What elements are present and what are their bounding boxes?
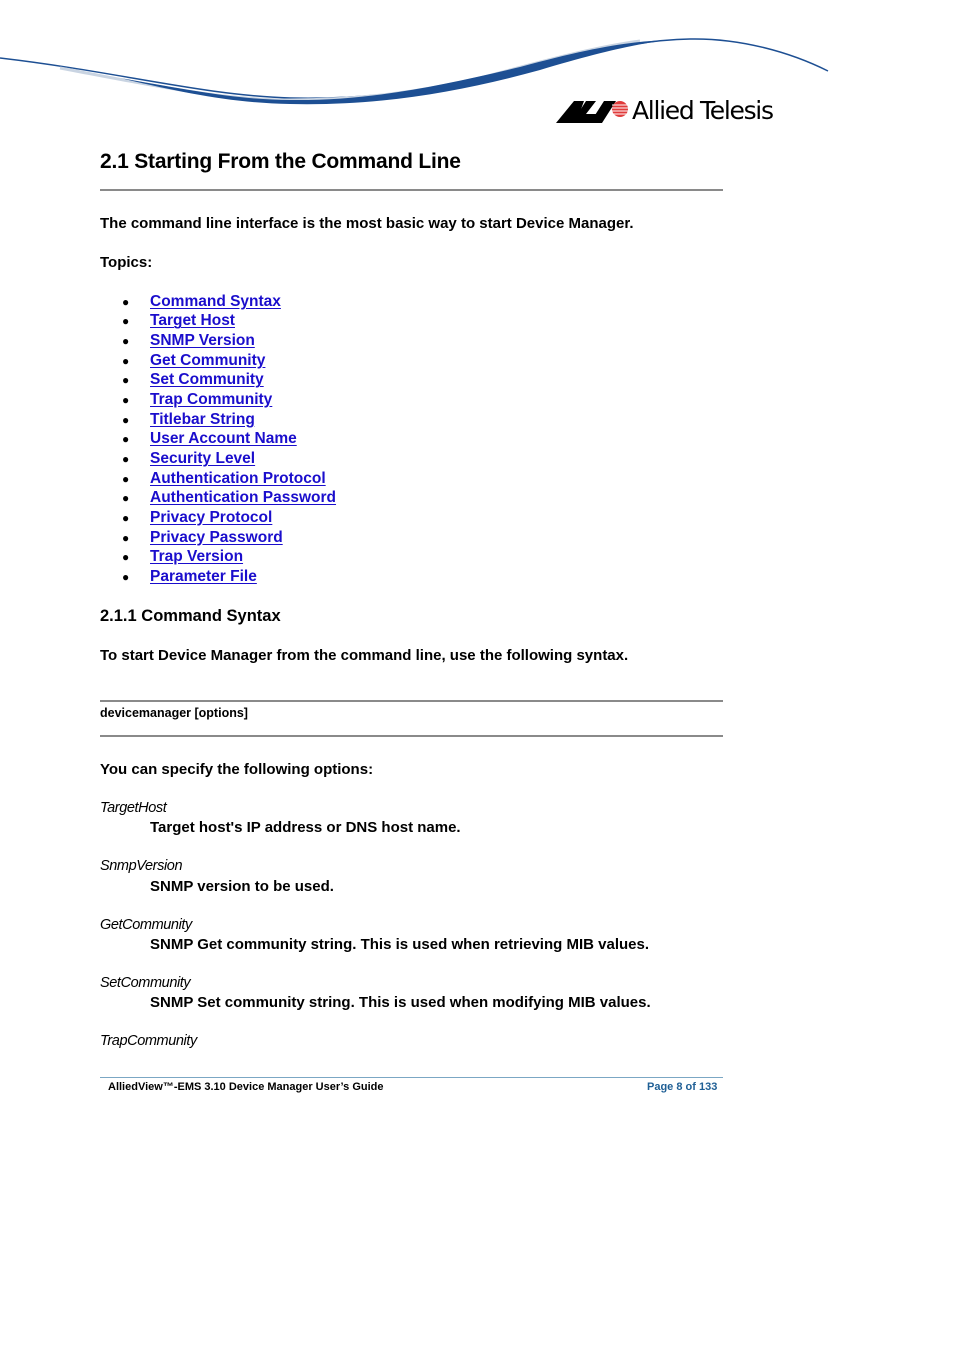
topic-item: ● Command Syntax [100,292,336,312]
topic-item: ● Target Host [100,312,336,332]
topic-link-set-community[interactable]: Set Community [150,371,264,389]
topic-link-titlebar-string[interactable]: Titlebar String [150,411,255,429]
topic-link-authentication-protocol[interactable]: Authentication Protocol [150,470,326,488]
bullet-icon: ● [122,373,130,388]
topic-link-target-host[interactable]: Target Host [150,312,235,330]
option-name: TargetHost [100,800,167,816]
bullet-icon: ● [122,510,130,525]
bullet-icon: ● [122,412,130,427]
option-description: Target host's IP address or DNS host nam… [150,819,461,836]
topic-item: ● User Account Name [100,429,336,449]
section-title: 2.1 Starting From the Command Line [100,150,461,173]
footer-page-number: Page 8 of 133 [647,1081,718,1093]
topic-item: ● Security Level [100,449,336,469]
bullet-icon: ● [122,393,130,408]
topic-link-privacy-protocol[interactable]: Privacy Protocol [150,509,272,527]
topics-label: Topics: [100,254,153,271]
bullet-icon: ● [122,432,130,447]
topic-item: ● Titlebar String [100,410,336,430]
topic-item: ● Privacy Password [100,528,336,548]
section-intro: The command line interface is the most b… [100,215,634,232]
option-description: SNMP version to be used. [150,878,334,895]
topic-item: ● Trap Community [100,390,336,410]
section-divider [100,189,723,191]
topic-link-command-syntax[interactable]: Command Syntax [150,293,281,311]
topic-item: ● Trap Version [100,547,336,567]
option-description: SNMP Get community string. This is used … [150,936,649,953]
topic-item: ● Privacy Protocol [100,508,336,528]
syntax-code: devicemanager [options] [100,706,248,720]
allied-telesis-logo: Allied Telesis [556,94,774,126]
bullet-icon: ● [122,451,130,466]
option-name: GetCommunity [100,917,192,933]
topic-link-trap-community[interactable]: Trap Community [150,391,272,409]
topic-item: ● Authentication Protocol [100,469,336,489]
bullet-icon: ● [122,353,130,368]
topic-link-privacy-password[interactable]: Privacy Password [150,529,283,547]
option-name: TrapCommunity [100,1033,197,1049]
topic-link-trap-version[interactable]: Trap Version [150,548,243,566]
topics-list: ● Command Syntax ● Target Host ● SNMP Versi… [100,292,336,587]
options-intro: You can specify the following options: [100,761,374,778]
topic-link-authentication-password[interactable]: Authentication Password [150,489,336,507]
topic-link-user-account-name[interactable]: User Account Name [150,430,297,448]
topic-link-snmp-version[interactable]: SNMP Version [150,332,255,350]
syntax-bottom-rule [100,735,723,737]
topic-item: ● Authentication Password [100,488,336,508]
topic-item: ● Get Community [100,351,336,371]
option-name: SnmpVersion [100,858,183,874]
footer-divider [100,1077,723,1078]
topic-link-security-level[interactable]: Security Level [150,450,255,468]
topic-link-get-community[interactable]: Get Community [150,352,265,370]
footer-document-title: AlliedView™-EMS 3.10 Device Manager User… [108,1081,384,1093]
topic-item: ● Set Community [100,371,336,391]
bullet-icon: ● [122,569,130,584]
brand-name: Allied Telesis [632,95,774,125]
allied-telesis-logo-mark-icon [556,101,628,123]
bullet-icon: ● [122,530,130,545]
topic-link-parameter-file[interactable]: Parameter File [150,568,257,586]
option-name: SetCommunity [100,975,191,991]
bullet-icon: ● [122,294,130,309]
subsection-title: 2.1.1 Command Syntax [100,607,281,625]
bullet-icon: ● [122,550,130,565]
bullet-icon: ● [122,491,130,506]
subsection-intro: To start Device Manager from the command… [100,647,629,664]
option-description: SNMP Set community string. This is used … [150,994,651,1011]
bullet-icon: ● [122,314,130,329]
syntax-top-rule [100,700,723,702]
bullet-icon: ● [122,334,130,349]
bullet-icon: ● [122,471,130,486]
topic-item: ● Parameter File [100,567,336,587]
topic-item: ● SNMP Version [100,331,336,351]
